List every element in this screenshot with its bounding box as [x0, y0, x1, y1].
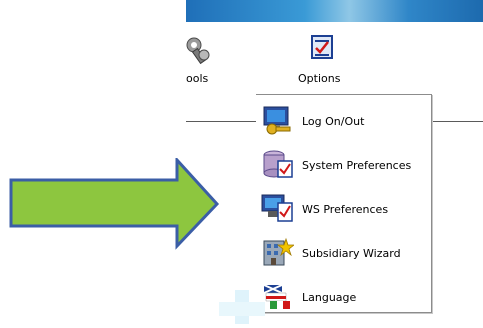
building-wizard-icon: [260, 235, 296, 269]
menu-item-label: Language: [302, 291, 357, 304]
menu-item-subsidiary-wizard[interactable]: Subsidiary Wizard: [256, 233, 431, 269]
menu-item-label: WS Preferences: [302, 203, 389, 216]
callout-arrow: [9, 156, 221, 254]
menu-item-language[interactable]: Language: [256, 277, 431, 313]
monitor-key-icon: [260, 103, 294, 137]
checklist-icon: [310, 34, 334, 63]
tools-button[interactable]: ools: [186, 22, 220, 90]
options-label: Options: [298, 72, 341, 85]
menu-item-system-preferences[interactable]: System Preferences: [256, 145, 431, 181]
menu-item-label: System Preferences: [302, 159, 412, 172]
background-decoration: [219, 290, 265, 324]
menu-item-ws-preferences[interactable]: WS Preferences: [256, 189, 431, 225]
window-title-bar: [186, 0, 483, 22]
tools-icon: [186, 35, 212, 68]
toolbar: ools Options: [186, 22, 483, 95]
menu-item-log-on-out[interactable]: Log On/Out: [256, 101, 431, 137]
options-button[interactable]: Options: [294, 30, 350, 90]
options-menu: Log On/Out System Preferences WS Prefere: [256, 94, 432, 313]
flags-icon: [260, 279, 294, 313]
workstation-check-icon: [260, 191, 294, 225]
database-check-icon: [260, 147, 294, 181]
menu-item-label: Subsidiary Wizard: [302, 247, 401, 260]
menu-item-label: Log On/Out: [302, 115, 365, 128]
tools-label: ools: [186, 72, 209, 85]
